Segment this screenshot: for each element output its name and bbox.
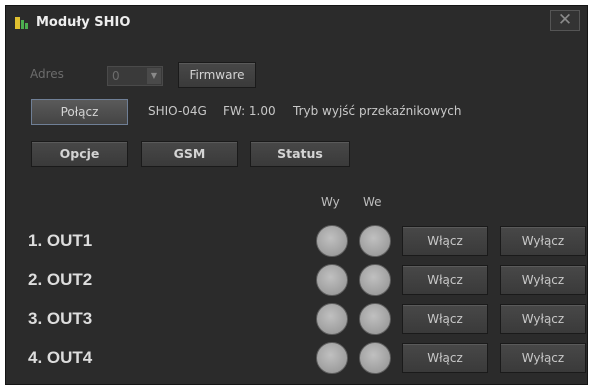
outputs-column-header: Wy	[321, 195, 340, 209]
output-row-2: 2. OUT2 Włącz Wyłącz	[6, 264, 587, 304]
window-title: Moduły SHIO	[36, 15, 131, 30]
output-led-indicator	[316, 264, 348, 296]
relay-mode-text: Tryb wyjść przekaźnikowych	[293, 104, 462, 118]
inputs-column-header: We	[363, 195, 382, 209]
output-led-indicator	[316, 303, 348, 335]
output-on-button[interactable]: Włącz	[402, 343, 488, 373]
output-off-button[interactable]: Wyłącz	[500, 265, 586, 295]
output-label: 1. OUT1	[28, 231, 93, 250]
output-label: 2. OUT2	[28, 270, 93, 289]
address-label: Adres	[30, 67, 64, 81]
input-led-indicator	[359, 342, 391, 374]
address-value: 0	[112, 69, 120, 83]
output-label: 4. OUT4	[28, 348, 93, 367]
output-row-3: 3. OUT3 Włącz Wyłącz	[6, 303, 587, 343]
output-off-button[interactable]: Wyłącz	[500, 304, 586, 334]
output-off-button[interactable]: Wyłącz	[500, 226, 586, 256]
output-off-button[interactable]: Wyłącz	[500, 343, 586, 373]
address-select[interactable]: 0 ▼	[107, 66, 163, 86]
chevron-down-icon[interactable]: ▼	[147, 68, 161, 84]
output-row-4: 4. OUT4 Włącz Wyłącz	[6, 342, 587, 382]
output-label: 3. OUT3	[28, 309, 93, 328]
device-model: SHIO-04G	[148, 104, 207, 118]
input-led-indicator	[359, 303, 391, 335]
gsm-button[interactable]: GSM	[141, 141, 238, 167]
connect-button[interactable]: Połącz	[31, 99, 128, 125]
output-led-indicator	[316, 225, 348, 257]
app-logo-icon	[14, 15, 30, 31]
input-led-indicator	[359, 225, 391, 257]
firmware-version: FW: 1.00	[223, 104, 276, 118]
close-icon: ✕	[557, 10, 573, 30]
output-led-indicator	[316, 342, 348, 374]
output-on-button[interactable]: Włącz	[402, 265, 488, 295]
title-bar: Moduły SHIO ✕	[6, 6, 587, 40]
output-on-button[interactable]: Włącz	[402, 304, 488, 334]
close-button[interactable]: ✕	[550, 10, 580, 31]
status-button[interactable]: Status	[250, 141, 350, 167]
options-button[interactable]: Opcje	[31, 141, 128, 167]
input-led-indicator	[359, 264, 391, 296]
output-on-button[interactable]: Włącz	[402, 226, 488, 256]
output-row-1: 1. OUT1 Włącz Wyłącz	[6, 225, 587, 265]
shio-window: Moduły SHIO ✕ Adres 0 ▼ Firmware Połącz …	[5, 5, 588, 385]
firmware-button[interactable]: Firmware	[178, 62, 256, 88]
